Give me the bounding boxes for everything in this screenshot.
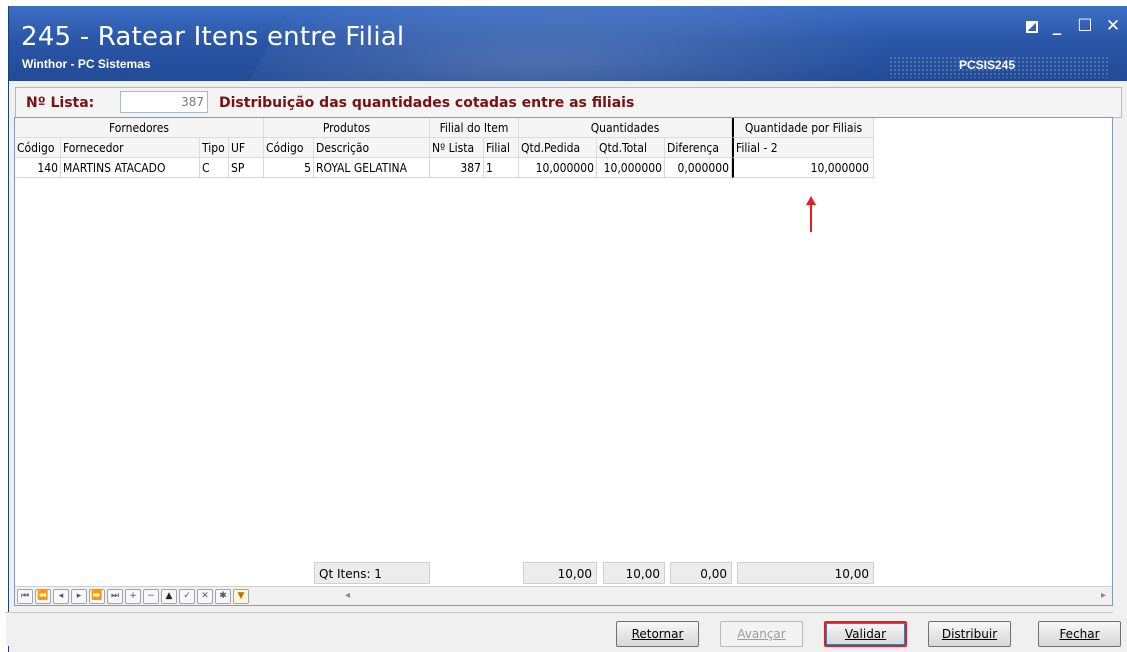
cell-uf[interactable]: SP (229, 158, 264, 178)
cell-qtd-pedida[interactable]: 10,000000 (519, 158, 597, 178)
column-header-num-lista[interactable]: Nº Lista (430, 138, 484, 158)
cell-diferenca[interactable]: 0,000000 (665, 158, 732, 178)
maximize-icon[interactable]: ☐ (1076, 16, 1094, 36)
cell-num-lista[interactable]: 387 (430, 158, 484, 178)
restore-icon[interactable] (1026, 21, 1038, 33)
cell-descricao[interactable]: ROYAL GELATINA (314, 158, 430, 178)
title-bar[interactable]: 245 - Ratear Itens entre Filial Winthor … (9, 6, 1127, 81)
footer-filial-2: 10,00 (737, 562, 874, 584)
validar-label: Validar (844, 627, 887, 641)
column-header-qtd-total[interactable]: Qtd.Total (597, 138, 665, 158)
column-header-tipo[interactable]: Tipo (200, 138, 229, 158)
group-header-filial-item: Filial do Item (430, 118, 519, 138)
column-header-descricao[interactable]: Descrição (314, 138, 430, 158)
validar-button[interactable]: Validar (824, 621, 907, 647)
scroll-left-icon[interactable]: ◂ (345, 590, 350, 601)
footer-diferenca: 0,00 (670, 562, 732, 584)
cell-filial-2[interactable]: 10,000000 (732, 158, 874, 178)
footer-qt-itens: Qt Itens: 1 (314, 562, 430, 584)
group-header-produtos: Produtos (264, 118, 430, 138)
filter-icon[interactable]: ▼ (233, 589, 249, 604)
minimize-icon[interactable]: _ (1048, 16, 1066, 36)
routine-code: PCSIS245 (959, 58, 1016, 72)
cell-fornecedor[interactable]: MARTINS ATACADO (61, 158, 200, 178)
footer-qtd-total: 10,00 (603, 562, 665, 584)
fechar-button[interactable]: Fechar (1038, 621, 1121, 647)
post-icon[interactable]: ✓ (179, 589, 195, 604)
group-header-quantidade-filiais: Quantidade por Filiais (732, 118, 874, 138)
cell-tipo[interactable]: C (200, 158, 229, 178)
column-header-filial[interactable]: Filial (484, 138, 519, 158)
window-title: 245 - Ratear Itens entre Filial (21, 22, 405, 52)
next-record-icon[interactable]: ▸ (71, 589, 87, 604)
previous-page-icon[interactable]: ⏪ (35, 589, 51, 604)
grid-navigator: ⏮ ⏪ ◂ ▸ ⏩ ⏭ + − ▲ ✓ ✕ ✱ ▼ ◂ ▸ (15, 586, 1112, 605)
distribution-title: Distribuição das quantidades cotadas ent… (219, 95, 635, 111)
cell-filial[interactable]: 1 (484, 158, 519, 178)
avancar-button[interactable]: Avançar (720, 621, 803, 647)
distribuir-button[interactable]: Distribuir (928, 621, 1011, 647)
cell-codigo-fornecedor[interactable]: 140 (15, 158, 61, 178)
refresh-icon[interactable]: ✱ (215, 589, 231, 604)
window-subtitle: Winthor - PC Sistemas (22, 57, 151, 71)
red-arrow-annotation (806, 196, 816, 232)
button-bar: Retornar Avançar Validar Distribuir Fech… (6, 612, 1121, 647)
next-page-icon[interactable]: ⏩ (89, 589, 105, 604)
group-header-fornecedores: Fornedores (15, 118, 264, 138)
avancar-label: Avançar (737, 627, 786, 641)
column-header-codigo-produto[interactable]: Código (264, 138, 314, 158)
scroll-right-icon[interactable]: ▸ (1101, 590, 1106, 601)
retornar-button[interactable]: Retornar (616, 621, 699, 647)
close-icon[interactable]: ✕ (1104, 16, 1122, 36)
group-header-quantidades: Quantidades (519, 118, 732, 138)
column-header-qtd-pedida[interactable]: Qtd.Pedida (519, 138, 597, 158)
lista-field[interactable]: 387 (120, 91, 208, 113)
column-header-fornecedor[interactable]: Fornecedor (61, 138, 200, 158)
insert-icon[interactable]: + (125, 589, 141, 604)
cell-qtd-total[interactable]: 10,000000 (597, 158, 665, 178)
distribuir-label: Distribuir (941, 627, 998, 641)
fechar-label: Fechar (1059, 627, 1100, 641)
delete-icon[interactable]: − (143, 589, 159, 604)
last-page-icon[interactable]: ⏭ (107, 589, 123, 604)
footer-qtd-pedida: 10,00 (523, 562, 597, 584)
distribution-grid[interactable]: Fornedores Produtos Filial do Item Quant… (14, 117, 1113, 606)
cell-codigo-produto[interactable]: 5 (264, 158, 314, 178)
retornar-label: Retornar (631, 627, 684, 641)
column-header-diferenca[interactable]: Diferença (665, 138, 732, 158)
edit-icon[interactable]: ▲ (161, 589, 177, 604)
previous-record-icon[interactable]: ◂ (53, 589, 69, 604)
list-header: Nº Lista: 387 Distribuição das quantidad… (15, 87, 1122, 118)
window-controls: _ ☐ ✕ (1026, 16, 1122, 36)
column-header-uf[interactable]: UF (229, 138, 264, 158)
lista-label: Nº Lista: (26, 95, 95, 111)
first-page-icon[interactable]: ⏮ (17, 589, 33, 604)
cancel-icon[interactable]: ✕ (197, 589, 213, 604)
column-header-codigo-fornecedor[interactable]: Código (15, 138, 61, 158)
column-header-filial-2[interactable]: Filial - 2 (732, 138, 874, 158)
